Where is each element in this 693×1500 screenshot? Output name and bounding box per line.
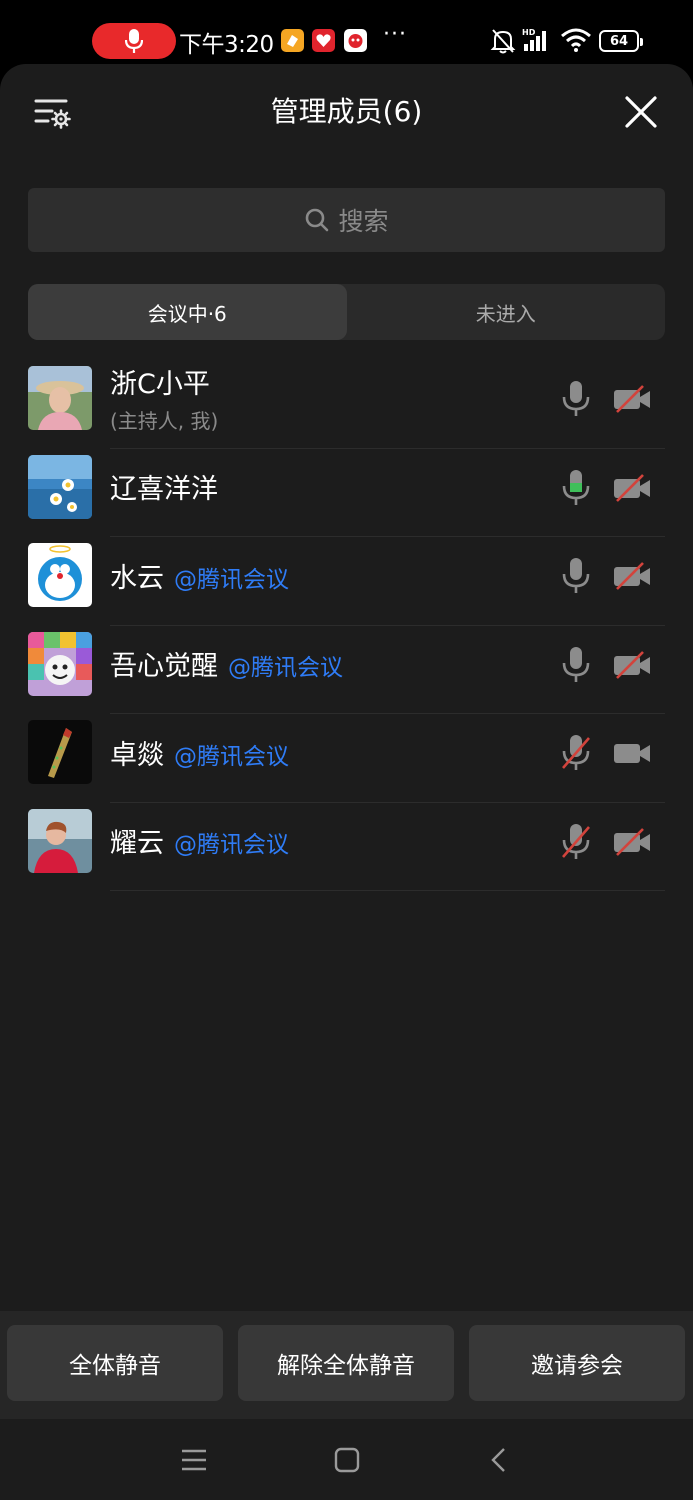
member-name: 浙C小平 (110, 369, 210, 400)
search-icon (306, 208, 329, 232)
back-icon[interactable] (489, 1447, 507, 1473)
member-row[interactable]: 水云 @腾讯会议 (0, 537, 693, 626)
clock: 下午3:20 (179, 32, 274, 58)
app-heart-icon (312, 29, 335, 52)
wifi-icon (561, 28, 591, 52)
app-badge-icon (281, 29, 304, 52)
battery-icon: 64 (599, 30, 643, 52)
search-placeholder: 搜索 (338, 207, 389, 236)
member-name: 耀云 (110, 828, 164, 859)
avatar (28, 454, 92, 519)
system-nav-bar (0, 1419, 693, 1500)
member-row[interactable]: 卓燚 @腾讯会议 (0, 714, 693, 803)
member-row[interactable]: 耀云 @腾讯会议 (0, 803, 693, 891)
manage-members-sheet: 管理成员(6) 搜索 会议中·6 未进入 浙C小平 (主持人, 我) 辽喜洋洋 … (0, 64, 693, 1500)
home-icon[interactable] (334, 1447, 360, 1473)
avatar (28, 808, 92, 873)
search-input[interactable]: 搜索 (28, 188, 665, 252)
mic-icon (125, 29, 143, 53)
mic-on-icon[interactable] (561, 380, 591, 418)
mic-on-icon[interactable] (561, 646, 591, 684)
avatar (28, 631, 92, 696)
mic-off-icon[interactable] (561, 734, 591, 772)
mic-on-icon[interactable] (561, 557, 591, 595)
avatar (28, 543, 92, 607)
tab-not-joined[interactable]: 未进入 (347, 284, 666, 340)
camera-off-icon[interactable] (613, 385, 651, 413)
member-row[interactable]: 辽喜洋洋 (0, 449, 693, 537)
member-name: 辽喜洋洋 (110, 474, 218, 505)
mic-off-icon[interactable] (561, 823, 591, 861)
svg-text:HD: HD (522, 28, 536, 37)
member-org-tag: @腾讯会议 (174, 832, 289, 858)
member-role: (主持人, 我) (110, 409, 219, 433)
member-name: 卓燚 (110, 739, 164, 771)
signal-icon: HD (522, 28, 546, 51)
close-icon[interactable] (624, 95, 658, 129)
member-tabs: 会议中·6 未进入 (28, 284, 665, 340)
member-row[interactable]: 浙C小平 (主持人, 我) (0, 360, 693, 449)
member-org-tag: @腾讯会议 (228, 655, 343, 681)
member-list: 浙C小平 (主持人, 我) 辽喜洋洋 水云 @腾讯会议 吾心觉醒 @腾讯会议 卓… (0, 360, 693, 891)
camera-off-icon[interactable] (613, 473, 651, 502)
mic-on-icon[interactable] (561, 469, 591, 507)
app-mascot-icon (344, 29, 367, 52)
recording-pill[interactable] (92, 23, 176, 59)
row-divider (110, 890, 665, 891)
unmute-all-button[interactable]: 解除全体静音 (238, 1325, 454, 1401)
mute-all-button[interactable]: 全体静音 (7, 1325, 223, 1401)
camera-off-icon[interactable] (613, 827, 651, 856)
more-notifications: ··· (383, 22, 407, 47)
camera-off-icon[interactable] (613, 650, 651, 679)
bottom-action-bar: 全体静音 解除全体静音 邀请参会 (0, 1311, 693, 1419)
camera-off-icon[interactable] (613, 562, 651, 590)
avatar (28, 366, 92, 430)
member-name: 吾心觉醒 (110, 651, 218, 682)
member-org-tag: @腾讯会议 (174, 743, 289, 770)
tab-in-meeting[interactable]: 会议中·6 (28, 284, 347, 340)
bell-muted-icon (490, 29, 516, 54)
menu-icon[interactable] (181, 1449, 207, 1471)
member-name: 水云 (110, 562, 164, 594)
battery-level: 64 (609, 33, 629, 49)
page-title: 管理成员(6) (270, 95, 423, 128)
camera-on-icon[interactable] (613, 739, 651, 767)
avatar (28, 720, 92, 784)
invite-button[interactable]: 邀请参会 (469, 1325, 685, 1401)
member-org-tag: @腾讯会议 (174, 566, 289, 593)
member-row[interactable]: 吾心觉醒 @腾讯会议 (0, 626, 693, 714)
